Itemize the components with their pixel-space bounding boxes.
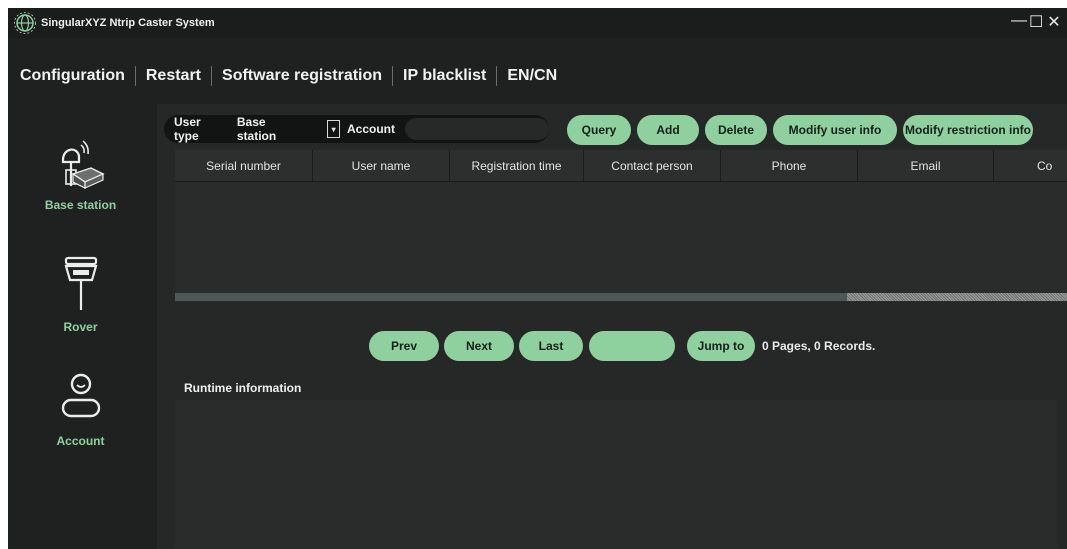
- title-bar: SingularXYZ Ntrip Caster System — ☐ ✕: [8, 8, 1067, 38]
- next-button[interactable]: Next: [444, 331, 514, 361]
- add-button[interactable]: Add: [637, 115, 699, 145]
- runtime-info-log[interactable]: [175, 400, 1057, 548]
- table-header: Serial number User name Registration tim…: [175, 150, 1067, 182]
- column-contact-person[interactable]: Contact person: [584, 150, 721, 181]
- menu-restart[interactable]: Restart: [136, 67, 211, 85]
- base-station-icon: [61, 140, 105, 189]
- sidebar-item-base-station[interactable]: Base station: [8, 130, 153, 212]
- scrollbar-thumb[interactable]: [175, 293, 847, 301]
- jump-to-button[interactable]: Jump to: [687, 331, 755, 361]
- query-button[interactable]: Query: [567, 115, 631, 145]
- main-panel: User type Base station ▾ Account Query A…: [157, 104, 1067, 549]
- sidebar-item-account[interactable]: Account: [8, 366, 153, 448]
- account-input[interactable]: [404, 118, 549, 140]
- last-button[interactable]: Last: [519, 331, 583, 361]
- app-window: SingularXYZ Ntrip Caster System — ☐ ✕ Co…: [8, 8, 1067, 549]
- app-title: SingularXYZ Ntrip Caster System: [41, 17, 215, 29]
- sidebar-item-label: Rover: [63, 320, 98, 334]
- page-number-input[interactable]: [589, 331, 675, 361]
- window-controls: — ☐ ✕: [1011, 12, 1061, 32]
- globe-icon: [14, 12, 36, 34]
- rover-icon: [64, 256, 97, 310]
- chevron-down-icon[interactable]: ▾: [327, 120, 340, 138]
- column-phone[interactable]: Phone: [721, 150, 858, 181]
- column-registration-time[interactable]: Registration time: [450, 150, 584, 181]
- column-serial-number[interactable]: Serial number: [175, 150, 313, 181]
- menu-ip-blacklist[interactable]: IP blacklist: [393, 67, 496, 85]
- menu-bar: Configuration Restart Software registrat…: [8, 58, 567, 94]
- column-truncated[interactable]: Co: [994, 150, 1067, 181]
- pagination-bar: Prev Next Last Jump to 0 Pages, 0 Record…: [157, 328, 1067, 366]
- delete-button[interactable]: Delete: [705, 115, 767, 145]
- menu-language-toggle[interactable]: EN/CN: [497, 67, 567, 85]
- menu-software-registration[interactable]: Software registration: [212, 67, 392, 85]
- horizontal-scrollbar[interactable]: [175, 293, 1067, 301]
- scrollbar-track[interactable]: [847, 293, 1067, 301]
- account-label: Account: [346, 122, 395, 136]
- runtime-info-title: Runtime information: [184, 381, 302, 395]
- user-type-select[interactable]: Base station: [237, 115, 307, 143]
- prev-button[interactable]: Prev: [369, 331, 439, 361]
- filter-bar: User type Base station ▾ Account: [164, 115, 549, 143]
- column-user-name[interactable]: User name: [313, 150, 450, 181]
- menu-configuration[interactable]: Configuration: [8, 67, 135, 85]
- modify-restriction-info-button[interactable]: Modify restriction info: [903, 115, 1033, 145]
- minimize-icon[interactable]: —: [1011, 12, 1027, 32]
- users-table: Serial number User name Registration tim…: [175, 150, 1067, 302]
- close-icon[interactable]: ✕: [1047, 12, 1061, 32]
- page-status: 0 Pages, 0 Records.: [762, 339, 876, 353]
- modify-user-info-button[interactable]: Modify user info: [773, 115, 897, 145]
- account-icon: [61, 373, 100, 418]
- sidebar: Base station Rover Account: [8, 108, 153, 549]
- column-email[interactable]: Email: [858, 150, 994, 181]
- sidebar-item-rover[interactable]: Rover: [8, 252, 153, 334]
- user-type-label: User type: [174, 115, 201, 143]
- sidebar-item-label: Base station: [44, 198, 117, 212]
- maximize-icon[interactable]: ☐: [1029, 12, 1043, 32]
- sidebar-item-label: Account: [56, 434, 105, 448]
